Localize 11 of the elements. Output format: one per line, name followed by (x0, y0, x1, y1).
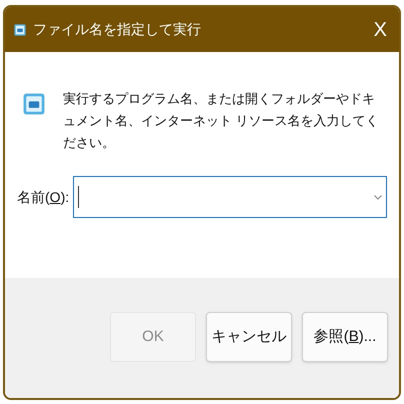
instruction-text: 実行するプログラム名、または開くフォルダーやドキュメント名、インターネット リソース名を入力してください。 (63, 90, 380, 152)
close-button[interactable]: X (374, 20, 387, 40)
dialog-button[interactable]: キャンセル (206, 312, 292, 362)
dialog-button[interactable]: 参照(B)... (302, 312, 388, 362)
run-icon (13, 22, 27, 36)
name-combobox[interactable] (73, 176, 387, 218)
run-icon (21, 91, 47, 117)
text-cursor (78, 186, 80, 208)
window-title: ファイル名を指定して実行 (33, 20, 201, 39)
name-label: 名前(O): (17, 188, 70, 207)
chevron-down-icon (374, 194, 382, 200)
